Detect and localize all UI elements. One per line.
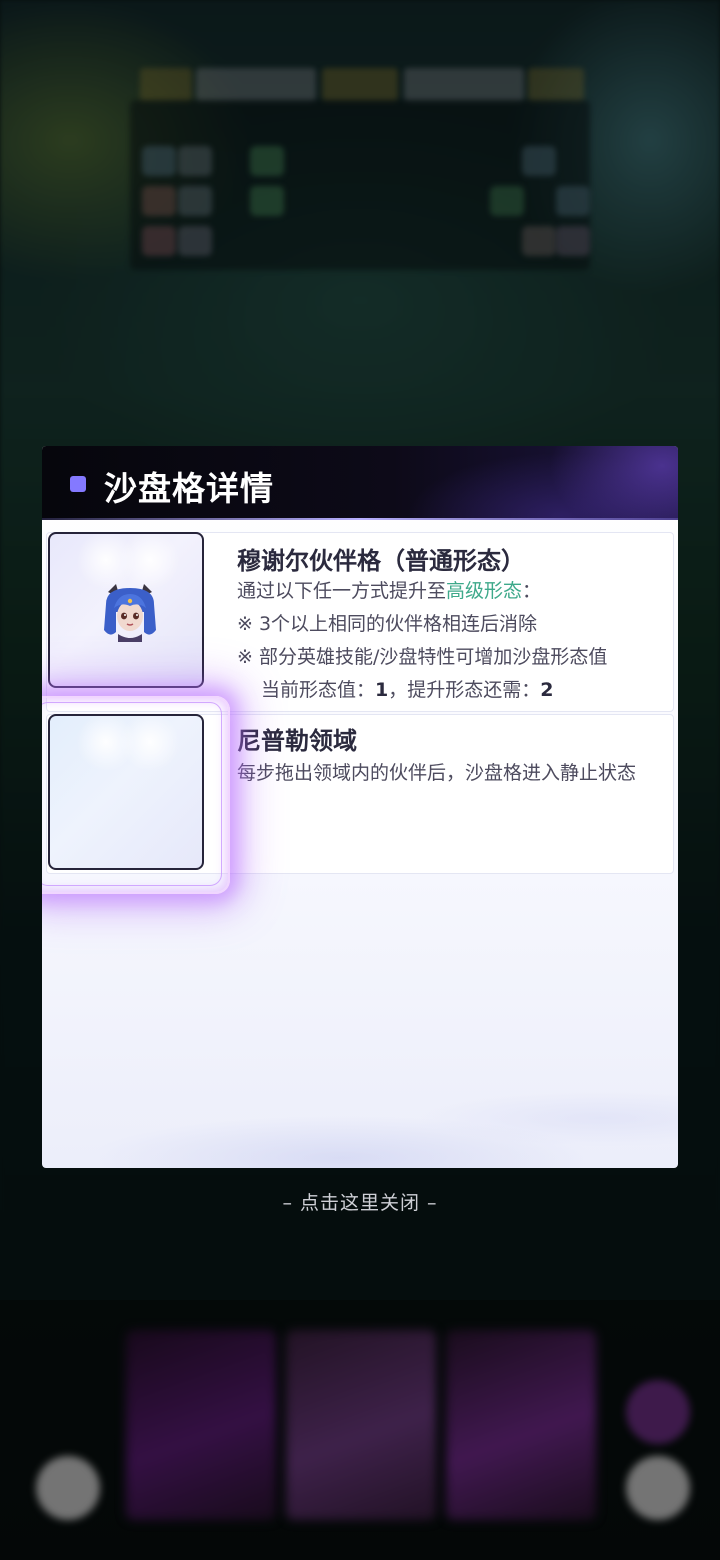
decorative-swirl [42, 1038, 678, 1168]
sandbox-cell-detail-dialog: 沙盘格详情 穆谢尔伙伴格（普通形态） 通过以下任一方式提升至高级形态： ※ 3个… [42, 446, 678, 1168]
highlight-form-name: 高级形态 [446, 580, 523, 602]
cell-name: 穆谢尔伙伴格（普通形态） [237, 546, 525, 575]
upgrade-method-1: ※ 3个以上相同的伙伴格相连后消除 [237, 613, 538, 635]
close-dialog-button[interactable]: – 点击这里关闭 – [0, 1188, 720, 1215]
dialog-header: 沙盘格详情 [42, 446, 678, 520]
blue-haired-partner-avatar-icon [104, 584, 156, 642]
empty-domain-cell-icon [48, 714, 204, 870]
partner-cell-icon-frame [48, 532, 204, 688]
current-form-value: 1 [375, 679, 389, 701]
form-value-status: 当前形态值：1，提升形态还需：2 [261, 679, 554, 701]
required-form-value: 2 [540, 679, 554, 701]
cell-description: 每步拖出领域内的伙伴后，沙盘格进入静止状态 [237, 762, 637, 784]
cell-description: 通过以下任一方式提升至高级形态： [237, 580, 542, 602]
title-square-icon [70, 476, 86, 492]
cell-name: 尼普勒领域 [237, 726, 357, 755]
dialog-title: 沙盘格详情 [104, 469, 274, 508]
upgrade-method-2: ※ 部分英雄技能/沙盘特性可增加沙盘形态值 [237, 646, 608, 668]
